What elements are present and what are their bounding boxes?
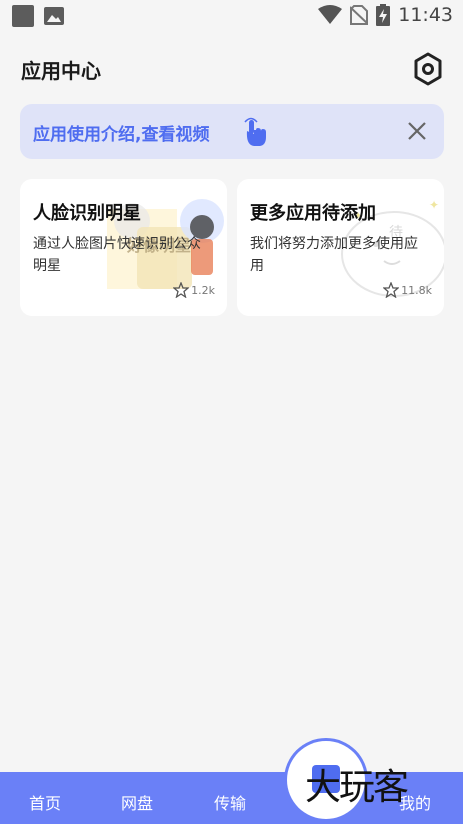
card-title: 人脸识别明星 (33, 203, 141, 224)
pointing-hand-icon (244, 117, 266, 146)
nav-cloud-disk[interactable]: 网盘 (121, 790, 153, 814)
intro-video-banner[interactable]: 应用使用介绍,查看视频 (20, 104, 444, 159)
status-bar: 11:43 (0, 0, 463, 32)
watermark-logo: 大玩客 (305, 767, 409, 808)
nav-transfer[interactable]: 传输 (214, 790, 246, 814)
settings-gear-icon[interactable] (413, 52, 443, 86)
favorites-count: 1.2k (191, 283, 215, 297)
star-icon[interactable] (173, 282, 190, 298)
banner-text[interactable]: 应用使用介绍,查看视频 (33, 120, 209, 145)
star-icon[interactable] (383, 282, 400, 298)
image-notification-icon (44, 7, 64, 25)
favorites-count: 11.8k (401, 283, 432, 297)
close-icon[interactable] (406, 120, 428, 142)
app-card-more-coming[interactable]: 待 ✦ ✦ 更多应用待添加 我们将努力添加更多使用应用 11.8k (237, 179, 444, 316)
card-description: 通过人脸图片快速识别公众明星 (33, 236, 201, 274)
card-description: 我们将努力添加更多使用应用 (250, 236, 418, 274)
header: 应用中心 (0, 50, 463, 90)
nav-home[interactable]: 首页 (29, 790, 61, 814)
card-favorites[interactable]: 11.8k (383, 282, 432, 298)
clock-time: 11:43 (398, 4, 453, 26)
page-title: 应用中心 (21, 59, 101, 83)
svg-text:✦: ✦ (429, 198, 439, 212)
card-favorites[interactable]: 1.2k (173, 282, 215, 298)
battery-icon (376, 4, 391, 26)
card-title: 更多应用待添加 (250, 203, 376, 224)
square-notification-icon (12, 5, 34, 27)
no-sim-icon (350, 5, 369, 25)
wifi-icon (318, 5, 343, 24)
app-card-face-recognition[interactable]: 好像明星 人脸识别明星 通过人脸图片快速识别公众明星 1.2k (20, 179, 227, 316)
